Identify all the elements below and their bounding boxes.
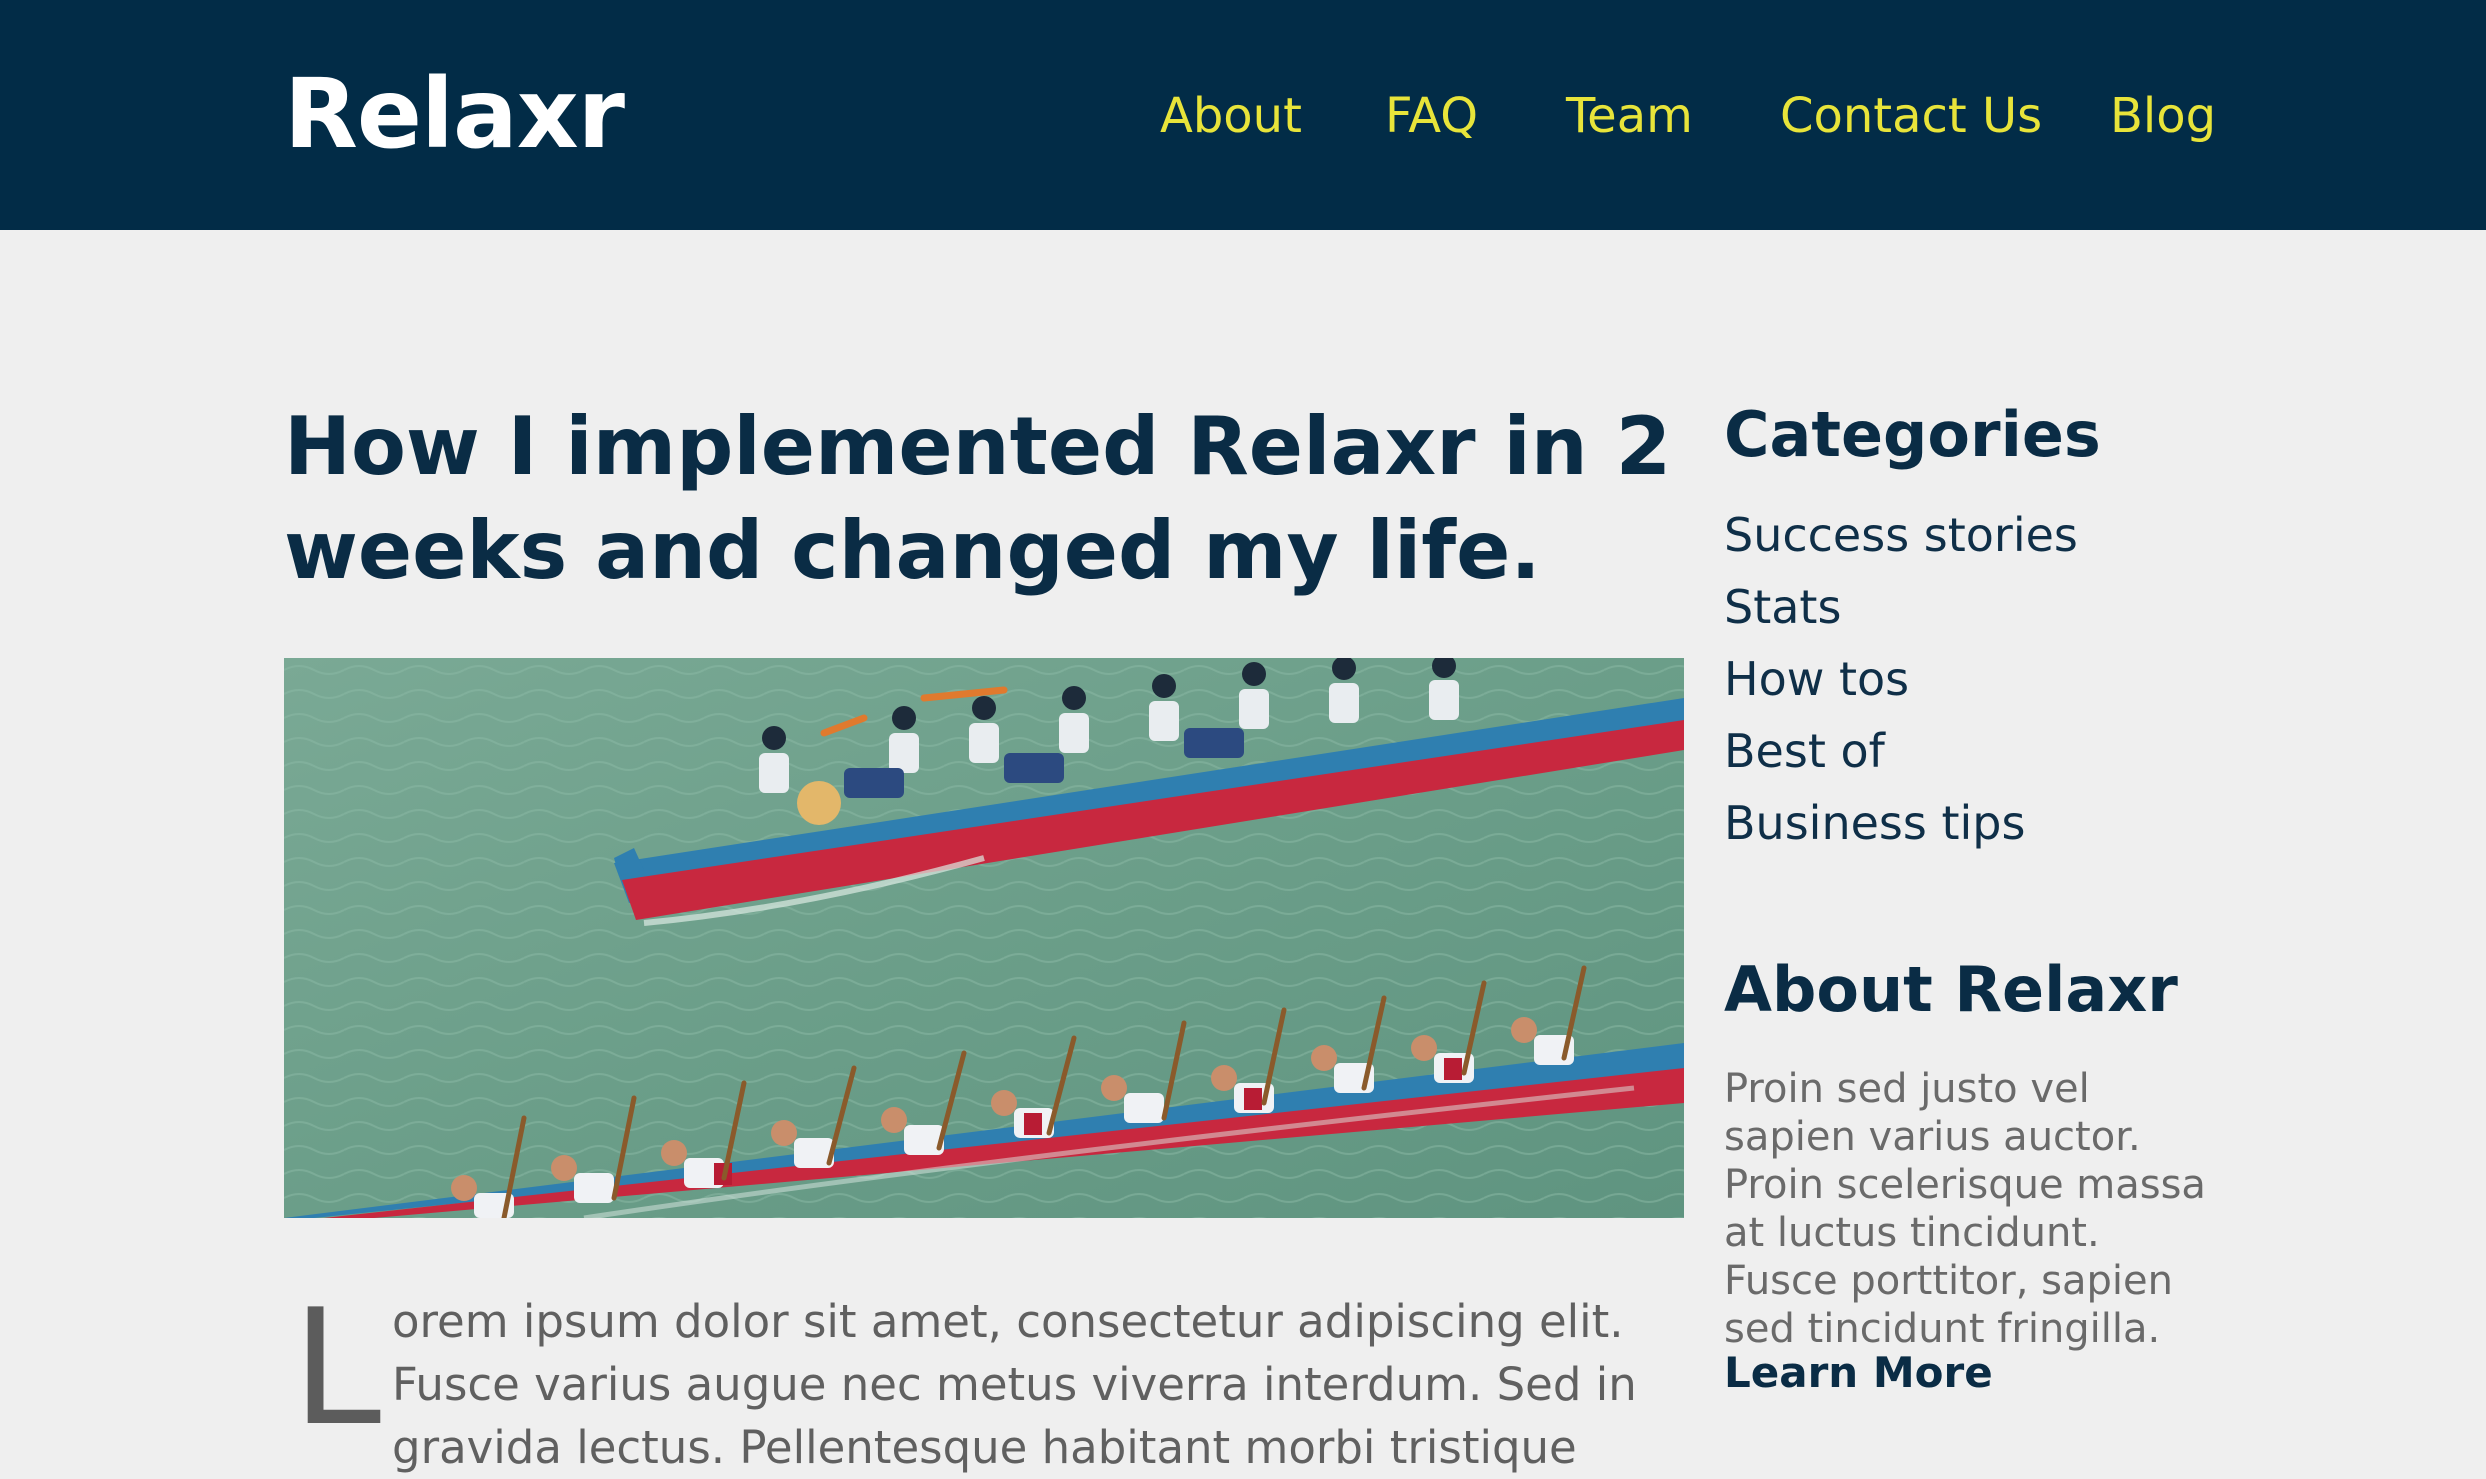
post-hero-image bbox=[284, 658, 1684, 1218]
category-link-best-of[interactable]: Best of bbox=[1724, 715, 2224, 787]
category-link-business-tips[interactable]: Business tips bbox=[1724, 787, 2224, 859]
article-main: How I implemented Relaxr in 2 weeks and … bbox=[284, 395, 1684, 603]
about-text: Proin sed justo vel sapien varius auctor… bbox=[1724, 1066, 2206, 1352]
post-title: How I implemented Relaxr in 2 weeks and … bbox=[284, 400, 1672, 597]
learn-more-link[interactable]: Learn More bbox=[1724, 1347, 1993, 1399]
brand-logo[interactable]: Relaxr bbox=[284, 58, 625, 170]
about-heading: About Relaxr bbox=[1724, 953, 2178, 1026]
categories-list: Success stories Stats How tos Best of Bu… bbox=[1724, 499, 2224, 859]
nav-link-blog[interactable]: Blog bbox=[2110, 84, 2216, 148]
nav-link-about[interactable]: About bbox=[1160, 84, 1302, 148]
drop-cap: L bbox=[292, 1274, 382, 1461]
categories-heading: Categories bbox=[1724, 398, 2101, 471]
site-header: Relaxr About FAQ Team Contact Us Blog bbox=[0, 0, 2486, 230]
nav-link-contact-us[interactable]: Contact Us bbox=[1780, 84, 2042, 148]
category-link-stats[interactable]: Stats bbox=[1724, 571, 2224, 643]
category-link-success-stories[interactable]: Success stories bbox=[1724, 499, 2224, 571]
article-intro-paragraph: orem ipsum dolor sit amet, consectetur a… bbox=[392, 1295, 1637, 1474]
category-link-how-tos[interactable]: How tos bbox=[1724, 643, 2224, 715]
nav-link-team[interactable]: Team bbox=[1566, 84, 1693, 148]
sidebar: Categories Success stories Stats How tos… bbox=[1724, 395, 2224, 1397]
dragon-boat-illustration bbox=[284, 658, 1684, 1218]
nav-link-faq[interactable]: FAQ bbox=[1385, 84, 1478, 148]
